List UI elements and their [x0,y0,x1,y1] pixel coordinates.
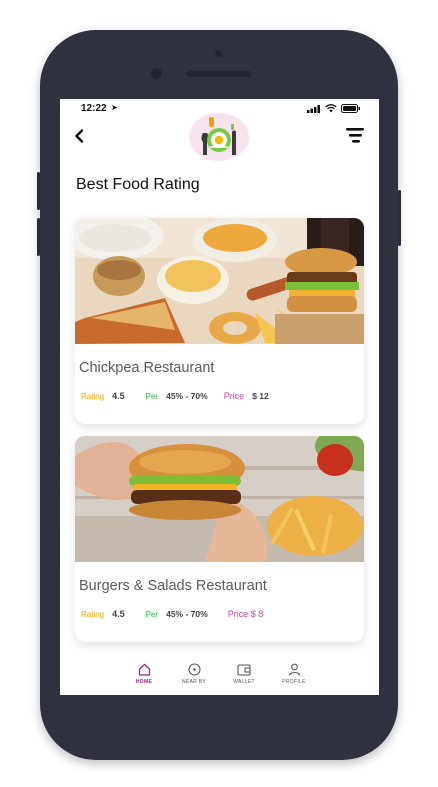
status-icons [307,104,361,113]
nav-label: WALLET [233,679,255,685]
rating-label: Rating [81,392,105,401]
wifi-icon [325,104,337,113]
compass-icon [187,663,201,676]
bottom-nav: HOME NEAR BY WALLET PROFILE [60,659,379,695]
signal-icon [307,104,320,113]
restaurant-card[interactable]: Chickpea Restaurant Rating 4.5 Per 45% -… [75,218,364,424]
power-button [398,190,401,246]
chevron-left-icon [75,129,84,143]
price-label: Price $ 8 [227,609,264,619]
nav-item-nearby[interactable]: NEAR BY [169,663,219,685]
app-screen: 12:22 ➤ Best Food Rating Chickpea Restau… [60,99,379,695]
restaurant-name: Burgers & Salads Restaurant [79,578,267,594]
status-time: 12:22 [81,103,107,114]
nav-label: PROFILE [282,679,306,685]
wallet-icon [237,664,251,676]
volume-down-button [37,218,40,256]
burger-hands-photo [75,436,364,562]
nav-label: NEAR BY [181,679,207,685]
volume-up-button [37,172,40,210]
food-plate-logo-icon [189,113,249,161]
rating-label: Rating [81,610,105,619]
nav-item-wallet[interactable]: WALLET [219,663,269,685]
nav-item-home[interactable]: HOME [119,663,169,685]
restaurant-card[interactable]: Burgers & Salads Restaurant Rating 4.5 P… [75,436,364,642]
battery-icon [341,104,360,113]
per-label: Per [145,610,159,619]
home-icon [138,663,150,676]
proximity-sensor [215,50,222,57]
fast-food-spread-photo [75,218,364,344]
restaurant-name: Chickpea Restaurant [79,360,215,376]
nav-label: HOME [135,679,153,685]
restaurant-meta: Rating 4.5 Per 45% - 70% Price $ 12 [81,391,269,401]
page-title: Best Food Rating [76,176,200,193]
filter-icon [346,128,364,143]
earpiece-speaker [186,71,252,77]
rating-value: 4.5 [112,391,125,401]
per-value: 45% - 70% [166,609,208,619]
filter-button[interactable] [346,127,364,143]
price-value: $ 12 [252,391,269,401]
back-button[interactable] [74,127,84,147]
restaurant-meta: Rating 4.5 Per 45% - 70% Price $ 8 [81,609,263,619]
rating-value: 4.5 [112,609,125,619]
front-camera [151,68,162,79]
per-label: Per [145,392,159,401]
price-label: Price [223,391,245,401]
nav-item-profile[interactable]: PROFILE [269,663,319,685]
location-arrow-icon: ➤ [111,103,118,112]
per-value: 45% - 70% [166,391,208,401]
app-logo [188,110,250,162]
user-icon [288,663,300,676]
